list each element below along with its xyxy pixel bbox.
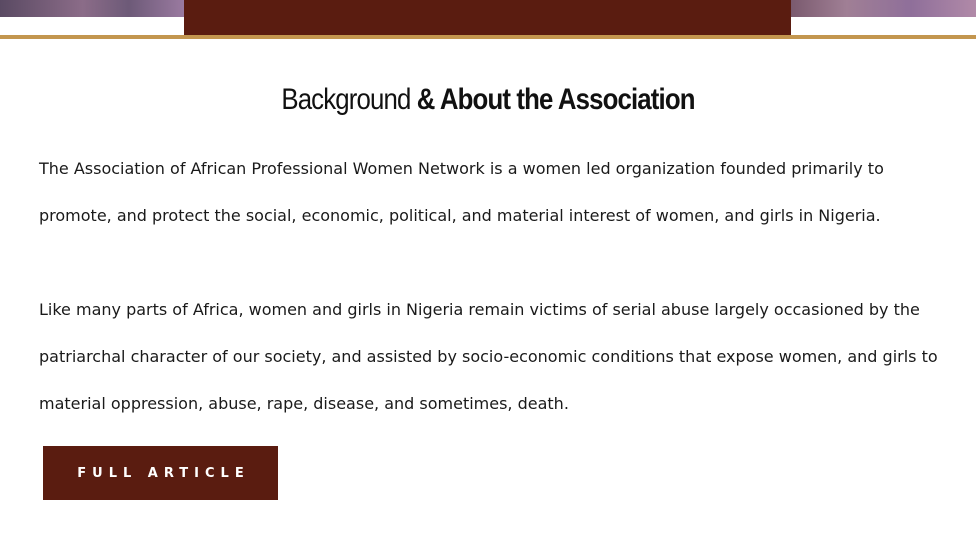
context-paragraph: Like many parts of Africa, women and gir…: [39, 300, 938, 413]
top-banner: [0, 0, 976, 36]
heading-light-part: Background: [281, 83, 411, 116]
hero-photo-left: [0, 0, 184, 17]
intro-paragraph: The Association of African Professional …: [39, 159, 884, 225]
hero-block: [184, 0, 791, 35]
gold-divider: [0, 35, 976, 39]
heading-bold-part: & About the Association: [416, 83, 696, 116]
hero-photo-right: [791, 0, 976, 17]
full-article-button[interactable]: FULL ARTICLE: [43, 446, 278, 500]
section-heading: Background & About the Association: [68, 80, 907, 120]
